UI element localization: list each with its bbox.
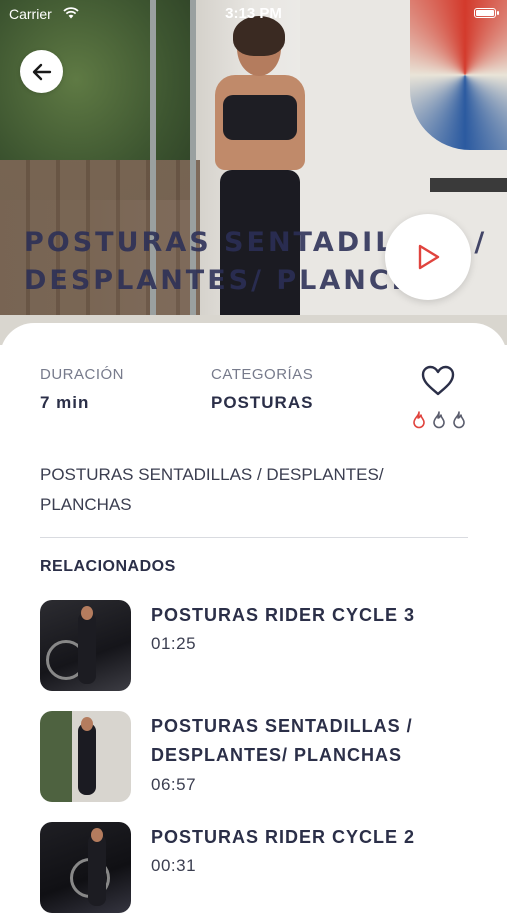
arrow-left-icon bbox=[32, 63, 51, 80]
category-value: POSTURAS bbox=[211, 393, 314, 412]
related-section-title: RELACIONADOS bbox=[40, 558, 176, 575]
battery-icon bbox=[474, 8, 499, 18]
duration-label: DURACIÓN bbox=[40, 366, 125, 383]
related-item-title: POSTURAS RIDER CYCLE 2 bbox=[151, 827, 416, 847]
flame-icon bbox=[413, 411, 425, 429]
related-item-duration: 06:57 bbox=[151, 775, 197, 794]
status-bar: Carrier 3:13 PM bbox=[0, 0, 507, 28]
play-icon bbox=[418, 244, 440, 270]
video-description: POSTURAS SENTADILLAS / DESPLANTES/ PLANC… bbox=[40, 465, 384, 514]
duration-value: 7 min bbox=[40, 393, 90, 412]
related-item-title: POSTURAS RIDER CYCLE 3 bbox=[151, 605, 416, 625]
related-item-title: POSTURAS SENTADILLAS / DESPLANTES/ PLANC… bbox=[151, 716, 413, 765]
related-thumbnail bbox=[40, 711, 131, 802]
flame-icon bbox=[453, 411, 465, 429]
related-item-duration: 01:25 bbox=[151, 634, 197, 653]
divider bbox=[40, 537, 468, 538]
intensity-indicator bbox=[411, 411, 471, 431]
related-item-duration: 00:31 bbox=[151, 856, 197, 875]
flame-icon bbox=[433, 411, 445, 429]
back-button[interactable] bbox=[20, 50, 63, 93]
favorite-heart-icon[interactable] bbox=[420, 363, 456, 399]
clock: 3:13 PM bbox=[225, 5, 282, 22]
related-thumbnail bbox=[40, 822, 131, 913]
play-button[interactable] bbox=[385, 214, 471, 300]
related-thumbnail bbox=[40, 600, 131, 691]
category-label: CATEGORÍAS bbox=[211, 366, 314, 383]
